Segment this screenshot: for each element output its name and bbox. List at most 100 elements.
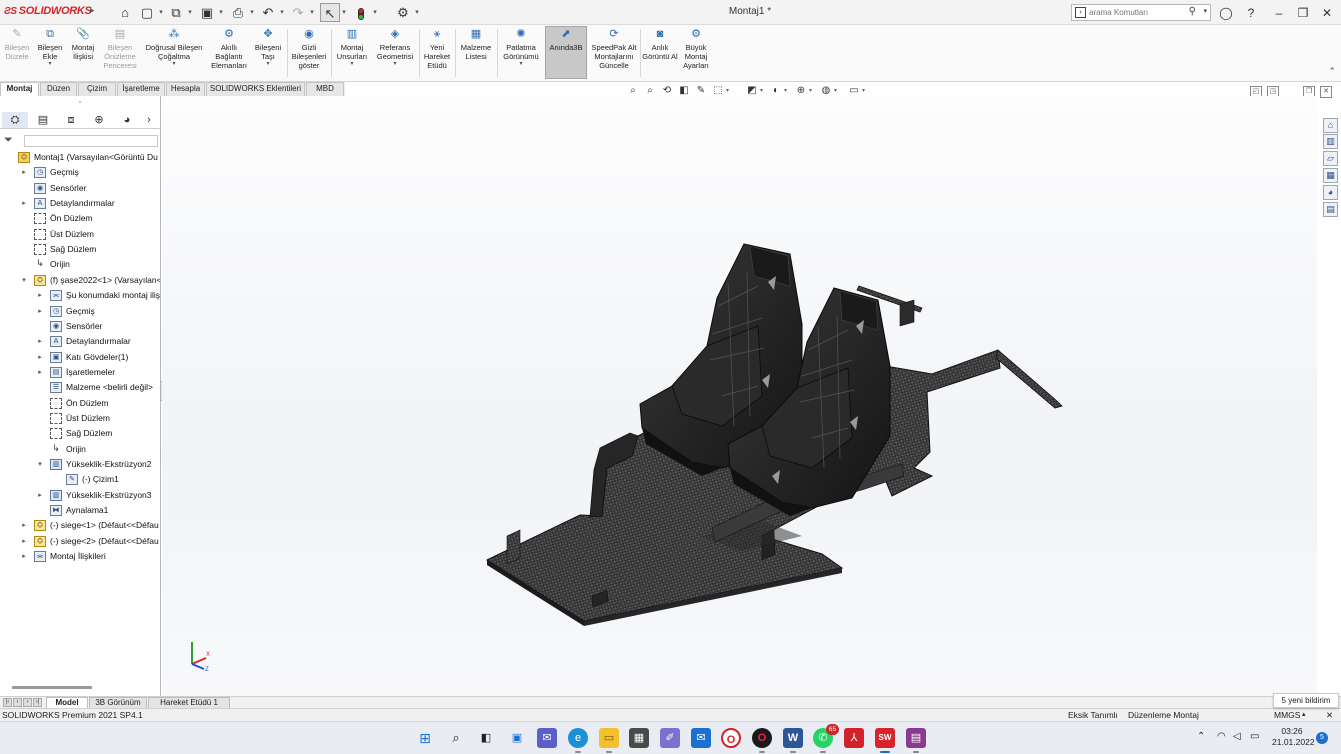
task-view-icon[interactable]: ◧ [476, 728, 496, 748]
tree-node[interactable]: ▸ ⫘ Montaj İlişkileri [0, 549, 160, 564]
tree-node[interactable]: ▸ ⛭ (-) siege<2> (Défaut<<Défau [0, 534, 160, 549]
close-icon[interactable]: ✕ [1326, 709, 1333, 721]
options-icon[interactable]: ⚙ [393, 3, 413, 22]
start-icon[interactable]: ⊞ [415, 728, 435, 748]
speaker-icon[interactable]: ◁ [1233, 731, 1241, 742]
design-library-icon[interactable]: ▱ [1323, 151, 1338, 166]
tree-node[interactable]: ▾ ▥ Yükseklik-Ekstrüzyon2 [0, 457, 160, 472]
restore-icon[interactable]: ❐ [1294, 4, 1312, 22]
user-icon[interactable]: ◯ [1217, 4, 1235, 22]
large-assembly-settings-button[interactable]: ⚙ Büyük Montaj Ayarları [679, 27, 713, 79]
tree-node[interactable]: Üst Düzlem [0, 411, 160, 426]
word-icon[interactable]: W [783, 728, 803, 753]
chevron-up-icon[interactable]: ⌃ [1197, 731, 1205, 742]
chevron-down-icon[interactable]: ▾ [499, 61, 543, 67]
chevron-right-icon[interactable]: ▸ [36, 350, 44, 365]
first-tab-icon[interactable]: |‹ [3, 698, 12, 707]
bill-of-materials-button[interactable]: ▦ Malzeme Listesi [457, 27, 495, 79]
filter-icon[interactable]: ⏷ [4, 134, 13, 147]
chevron-down-icon[interactable]: ▾ [36, 457, 44, 472]
whatsapp-icon[interactable]: ✆ 65 [813, 724, 839, 753]
chevron-down-icon[interactable]: ▾ [371, 3, 379, 22]
instant3d-button[interactable]: ⬈ Anında3B [545, 26, 587, 79]
chevron-right-icon[interactable]: ▸ [36, 488, 44, 503]
chevron-down-icon[interactable]: ▾ [217, 3, 225, 22]
select-icon[interactable]: ↖ [320, 3, 340, 22]
chevron-right-icon[interactable]: ▸ [36, 334, 44, 349]
tab-addins[interactable]: SOLIDWORKS Eklentileri [206, 82, 305, 96]
edge-icon[interactable]: e [568, 728, 588, 753]
tree-node[interactable]: ✎ (-) Çizim1 [0, 472, 160, 487]
winrar-icon[interactable]: ▤ [906, 728, 926, 753]
command-search[interactable]: › ⚲ ▾ [1071, 4, 1211, 21]
chevron-down-icon[interactable]: ▾ [251, 61, 285, 67]
tree-node[interactable]: ⛭ Montaj1 (Varsayılan<Görüntü Du [0, 150, 160, 165]
tree-node[interactable]: Ön Düzlem [0, 396, 160, 411]
tab-sketch[interactable]: Çizim [78, 82, 116, 96]
horizontal-scrollbar[interactable] [12, 686, 92, 689]
take-snapshot-button[interactable]: ◙ Anlık Görüntü Al [642, 27, 678, 79]
notification-popup[interactable]: 5 yeni bildirim [1273, 693, 1339, 708]
chevron-down-icon[interactable]: ▾ [1203, 7, 1207, 15]
home-icon[interactable]: ⌂ [1323, 118, 1338, 133]
chevron-right-icon[interactable]: ▸ [36, 288, 44, 303]
next-tab-icon[interactable]: › [23, 698, 32, 707]
chevron-right-icon[interactable]: ▸ [20, 518, 28, 533]
file-explorer-icon[interactable]: ▦ [1323, 168, 1338, 183]
close-icon[interactable]: ✕ [1318, 4, 1336, 22]
chevron-right-icon[interactable]: ▸ [20, 196, 28, 211]
minimize-icon[interactable]: – [1270, 4, 1288, 22]
appearances-icon[interactable]: ◕ [1323, 185, 1338, 200]
chevron-right-icon[interactable]: › [140, 112, 158, 128]
tree-node[interactable]: ▸ ▥ Yükseklik-Ekstrüzyon3 [0, 488, 160, 503]
chevron-down-icon[interactable]: ▴ [1302, 709, 1306, 721]
solidworks-taskbar-icon[interactable]: SW [875, 728, 895, 753]
mail-icon[interactable]: ✉ [691, 728, 711, 748]
tab-layout[interactable]: Düzen [40, 82, 77, 96]
opera-icon[interactable]: O [721, 728, 741, 748]
tab-mbd[interactable]: MBD [306, 82, 344, 96]
viewport-close-icon[interactable]: ✕ [1320, 86, 1332, 98]
display-manager-tab-icon[interactable]: ◕ [114, 112, 140, 128]
unit-system[interactable]: MMGS [1274, 709, 1300, 721]
chevron-right-icon[interactable]: ▸ [36, 365, 44, 380]
linear-pattern-button[interactable]: ⁂ Doğrusal Bileşen Çoğaltma ▾ [142, 27, 206, 79]
chevron-right-icon[interactable]: ▸ [20, 549, 28, 564]
chevron-down-icon[interactable]: ▾ [373, 61, 417, 67]
panel-grip[interactable]: ⁃ [0, 96, 160, 110]
tree-node[interactable]: Sağ Düzlem [0, 242, 160, 257]
chevron-down-icon[interactable]: ▾ [142, 61, 206, 67]
configuration-manager-tab-icon[interactable]: ⧈ [58, 112, 84, 128]
help-icon[interactable]: ? [1242, 4, 1260, 22]
assembly-features-button[interactable]: ▥ Montaj Unsurları ▾ [333, 27, 371, 79]
menu-expand-icon[interactable]: ▸ [90, 5, 95, 16]
chevron-down-icon[interactable]: ▾ [340, 3, 348, 22]
component-preview-button[interactable]: ▤ Bileşen Önizleme Penceresi [100, 27, 140, 79]
tab-assembly[interactable]: Montaj [0, 82, 39, 96]
new-document-icon[interactable]: ▢ [137, 3, 157, 22]
tree-node[interactable]: ◉ Sensörler [0, 181, 160, 196]
show-hidden-components-button[interactable]: ◉ Gizli Bileşenleri göster [289, 27, 329, 79]
home-icon[interactable]: ⌂ [115, 3, 135, 22]
chevron-down-icon[interactable]: ▾ [20, 273, 28, 288]
chevron-right-icon[interactable]: ▸ [20, 165, 28, 180]
widgets-icon[interactable]: ▣ [507, 728, 527, 748]
tree-node[interactable]: ▸ A Detaylandırmalar [0, 196, 160, 211]
tree-node[interactable]: Ön Düzlem [0, 211, 160, 226]
tree-node[interactable]: ↳ Orijin [0, 257, 160, 272]
tree-node[interactable]: ▸ A Detaylandırmalar [0, 334, 160, 349]
feature-manager-tab-icon[interactable]: ⛭ [2, 112, 28, 128]
undo-icon[interactable]: ↶ [258, 3, 278, 22]
tree-node[interactable]: ▸ ◷ Geçmiş [0, 165, 160, 180]
solidworks-logo[interactable]: ƧS SOLIDWORKS [4, 5, 92, 20]
tab-markup[interactable]: İşaretleme [117, 82, 165, 96]
chevron-down-icon[interactable]: ▾ [34, 61, 66, 67]
solidworks-resources-icon[interactable]: ▥ [1323, 134, 1338, 149]
tree-node[interactable]: ◉ Sensörler [0, 319, 160, 334]
tree-node[interactable]: Üst Düzlem [0, 227, 160, 242]
teams-icon[interactable]: ✉ [537, 728, 557, 748]
custom-properties-icon[interactable]: ▤ [1323, 202, 1338, 217]
chevron-right-icon[interactable]: ▸ [20, 534, 28, 549]
chevron-up-icon[interactable]: ⌃ [1328, 66, 1336, 77]
property-manager-tab-icon[interactable]: ▤ [30, 112, 56, 128]
